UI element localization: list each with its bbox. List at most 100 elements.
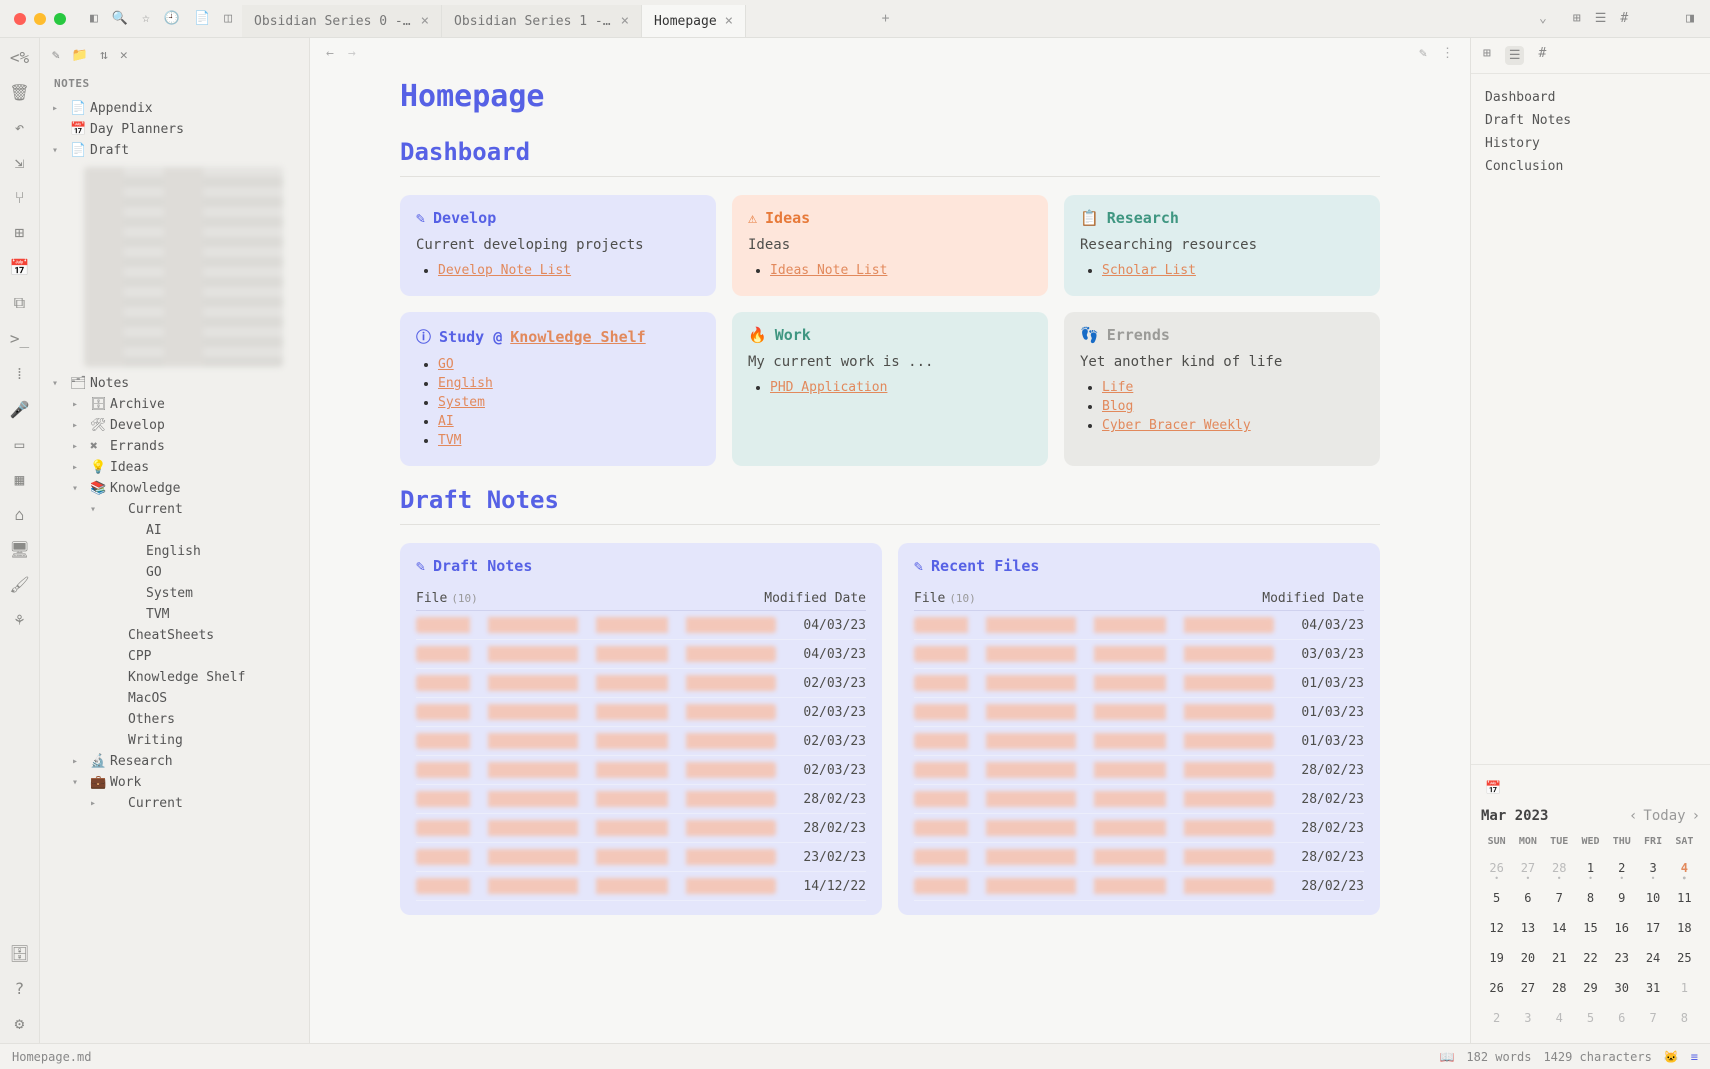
cal-day[interactable]: 22 <box>1575 945 1606 971</box>
card-link[interactable]: Blog <box>1102 399 1133 414</box>
tag-icon[interactable]: # <box>1620 11 1628 26</box>
close-icon[interactable]: × <box>621 13 629 29</box>
cal-day[interactable]: 1 <box>1669 975 1700 1001</box>
outline-item[interactable]: Conclusion <box>1485 155 1696 178</box>
cal-day[interactable]: 20 <box>1512 945 1543 971</box>
chevron-icon[interactable]: ▾ <box>72 483 84 494</box>
cal-day[interactable]: 30 <box>1606 975 1637 1001</box>
tree-item[interactable]: ▸💡Ideas <box>46 457 303 478</box>
tree-item[interactable]: ▸✖Errands <box>46 436 303 457</box>
sort-icon[interactable]: ⇅ <box>100 48 108 63</box>
table-row[interactable]: 04/03/23 <box>914 611 1364 640</box>
table-row[interactable]: 02/03/23 <box>416 669 866 698</box>
table-row[interactable]: 02/03/23 <box>416 727 866 756</box>
cal-day[interactable]: 1 <box>1575 855 1606 881</box>
book-icon[interactable]: 📖 <box>1439 1050 1454 1064</box>
card-link[interactable]: GO <box>438 357 454 372</box>
table-row[interactable]: 01/03/23 <box>914 727 1364 756</box>
cal-day[interactable]: 13 <box>1512 915 1543 941</box>
cal-day[interactable]: 29 <box>1575 975 1606 1001</box>
nav-back-icon[interactable]: ← <box>326 46 334 61</box>
tree-item[interactable]: System <box>46 583 303 604</box>
card-link[interactable]: TVM <box>438 433 461 448</box>
cal-day[interactable]: 26 <box>1481 975 1512 1001</box>
cal-day[interactable]: 27 <box>1512 855 1543 881</box>
tag-icon[interactable]: # <box>1538 46 1546 65</box>
cal-day[interactable]: 18 <box>1669 915 1700 941</box>
apps-icon[interactable]: ⊞ <box>15 223 25 242</box>
cal-day[interactable]: 28 <box>1544 975 1575 1001</box>
cal-day[interactable]: 27 <box>1512 975 1543 1001</box>
tree-item[interactable]: GO <box>46 562 303 583</box>
tree-item[interactable]: 📅Day Planners <box>46 119 303 140</box>
cal-day[interactable]: 23 <box>1606 945 1637 971</box>
tree-item[interactable]: ▾📚Knowledge <box>46 478 303 499</box>
copy-icon[interactable]: ⧉ <box>14 293 25 313</box>
tab[interactable]: Obsidian Series 0 - W…× <box>242 5 442 37</box>
tree-item[interactable]: CheatSheets <box>46 625 303 646</box>
collapse-icon[interactable]: ✕ <box>120 48 128 63</box>
cal-day[interactable]: 5 <box>1481 885 1512 911</box>
cal-day[interactable]: 6 <box>1606 1005 1637 1031</box>
tree-item[interactable]: ▸Current <box>46 793 303 814</box>
chevron-icon[interactable]: ▾ <box>52 145 64 156</box>
cal-day[interactable]: 24 <box>1637 945 1668 971</box>
outline-item[interactable]: Draft Notes <box>1485 109 1696 132</box>
tab-dropdown-icon[interactable]: ⌄ <box>1529 11 1557 26</box>
cal-day[interactable]: 31 <box>1637 975 1668 1001</box>
home-icon[interactable]: ⌂ <box>15 505 25 524</box>
tree-item[interactable]: ▾🗂Notes <box>46 373 303 394</box>
new-note-icon[interactable]: ✎ <box>52 48 60 63</box>
chevron-icon[interactable]: ▾ <box>90 504 102 515</box>
cal-day[interactable]: 4 <box>1669 855 1700 881</box>
cal-day[interactable]: 17 <box>1637 915 1668 941</box>
table-view-icon[interactable]: ⊞ <box>1573 11 1581 26</box>
cal-day[interactable]: 6 <box>1512 885 1543 911</box>
chevron-icon[interactable]: ▸ <box>72 399 84 410</box>
table-row[interactable]: 28/02/23 <box>914 872 1364 901</box>
trash-icon[interactable]: 🗑 <box>9 83 29 102</box>
cal-day[interactable]: 21 <box>1544 945 1575 971</box>
tree-item[interactable]: ▸📄Appendix <box>46 98 303 119</box>
table-row[interactable]: 28/02/23 <box>914 814 1364 843</box>
terminal-icon[interactable]: >_ <box>10 329 29 348</box>
chevron-icon[interactable]: ▸ <box>72 441 84 452</box>
table-row[interactable]: 28/02/23 <box>914 843 1364 872</box>
card-link[interactable]: Ideas Note List <box>770 263 887 278</box>
card-link[interactable]: AI <box>438 414 454 429</box>
window-close[interactable] <box>14 13 26 25</box>
tree-item[interactable]: ▾Current <box>46 499 303 520</box>
tab[interactable]: Homepage× <box>642 5 746 37</box>
close-icon[interactable]: × <box>421 13 429 29</box>
brush-icon[interactable]: 🖌 <box>9 575 29 594</box>
cal-day[interactable]: 2 <box>1481 1005 1512 1031</box>
calendar-icon[interactable]: 📅 <box>1485 781 1501 796</box>
table-row[interactable]: 04/03/23 <box>416 640 866 669</box>
undo-icon[interactable]: ↶ <box>15 118 25 137</box>
cal-day[interactable]: 12 <box>1481 915 1512 941</box>
card-link[interactable]: Develop Note List <box>438 263 571 278</box>
cal-day[interactable]: 16 <box>1606 915 1637 941</box>
close-icon[interactable]: × <box>725 13 733 29</box>
cal-day[interactable]: 25 <box>1669 945 1700 971</box>
card-link[interactable]: Scholar List <box>1102 263 1196 278</box>
panels-icon[interactable]: ◫ <box>224 11 232 26</box>
help-icon[interactable]: ? <box>15 979 25 998</box>
outline-item[interactable]: History <box>1485 132 1696 155</box>
sidebar-left-toggle-icon[interactable]: ◧ <box>90 11 98 26</box>
cal-day[interactable]: 15 <box>1575 915 1606 941</box>
tree-item[interactable]: MacOS <box>46 688 303 709</box>
cal-day[interactable]: 26 <box>1481 855 1512 881</box>
tree-item[interactable]: AI <box>46 520 303 541</box>
new-tab-button[interactable]: + <box>870 3 902 34</box>
binary-icon[interactable]: ⁞ <box>17 364 21 384</box>
cal-day[interactable]: 5 <box>1575 1005 1606 1031</box>
nav-forward-icon[interactable]: → <box>348 46 356 61</box>
cal-day[interactable]: 3 <box>1512 1005 1543 1031</box>
cal-day[interactable]: 7 <box>1637 1005 1668 1031</box>
cal-day[interactable]: 11 <box>1669 885 1700 911</box>
archive-icon[interactable]: 🗄 <box>9 944 29 963</box>
cal-day[interactable]: 9 <box>1606 885 1637 911</box>
tree-item[interactable]: TVM <box>46 604 303 625</box>
git-icon[interactable]: ⑂ <box>15 188 25 207</box>
